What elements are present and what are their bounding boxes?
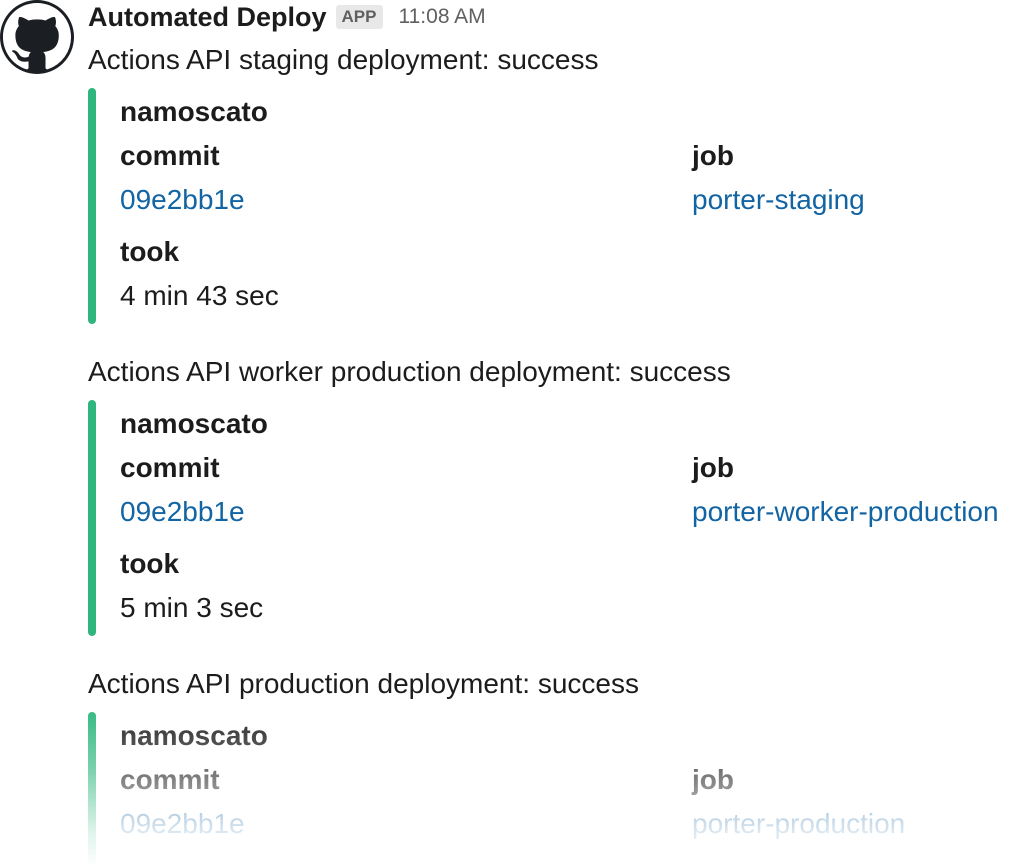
app-badge: APP [335, 5, 383, 29]
job-link[interactable]: porter-worker-production [692, 494, 999, 530]
deployment-attachment: namoscato commit 09e2bb1e job porter-pro… [88, 712, 1032, 866]
sender-name[interactable]: Automated Deploy [88, 2, 327, 33]
message-header: Automated Deploy APP 11:08 AM [88, 0, 486, 34]
deployment-attachment: namoscato commit 09e2bb1e job porter-sta… [88, 88, 1032, 324]
commit-link[interactable]: 09e2bb1e [120, 494, 245, 530]
took-label: took [120, 236, 180, 267]
attachment-color-bar [88, 88, 96, 324]
author-name: namoscato [120, 408, 268, 439]
took-value: 5 min 3 sec [120, 592, 264, 623]
deployment-title: Actions API production deployment: succe… [88, 668, 639, 699]
commit-label: commit [120, 452, 220, 483]
commit-label: commit [120, 764, 220, 795]
github-icon[interactable] [0, 0, 74, 74]
commit-link[interactable]: 09e2bb1e [120, 806, 245, 842]
author-name: namoscato [120, 96, 268, 127]
deployment-title: Actions API worker production deployment… [88, 356, 731, 387]
job-label: job [692, 140, 734, 171]
attachment-color-bar [88, 400, 96, 636]
commit-label: commit [120, 140, 220, 171]
took-value: 4 min 43 sec [120, 280, 279, 311]
job-label: job [692, 764, 734, 795]
attachment-color-bar [88, 712, 96, 866]
job-link[interactable]: porter-production [692, 806, 905, 842]
message-timestamp[interactable]: 11:08 AM [399, 5, 486, 29]
author-name: namoscato [120, 720, 268, 751]
deployment-title: Actions API staging deployment: success [88, 44, 599, 75]
commit-link[interactable]: 09e2bb1e [120, 182, 245, 218]
job-link[interactable]: porter-staging [692, 182, 865, 218]
deployment-attachment: namoscato commit 09e2bb1e job porter-wor… [88, 400, 1032, 636]
took-label: took [120, 548, 180, 579]
job-label: job [692, 452, 734, 483]
